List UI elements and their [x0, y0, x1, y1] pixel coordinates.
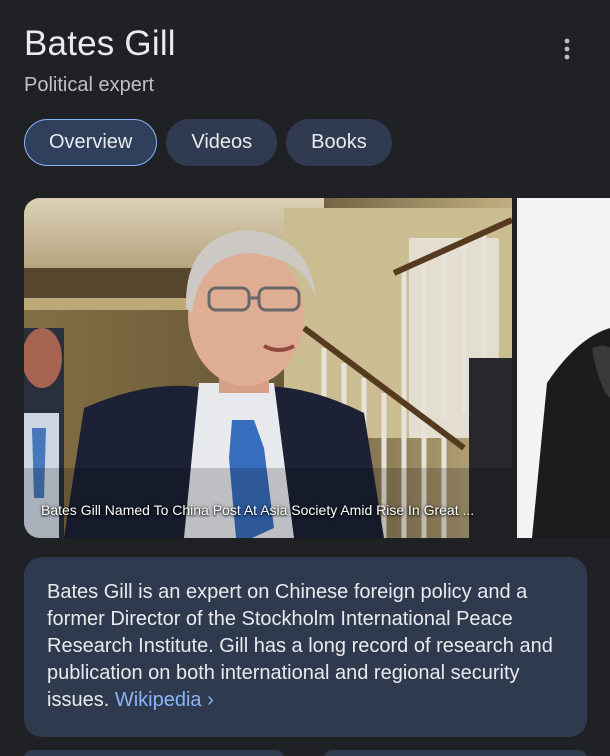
- main-image[interactable]: Bates Gill Named To China Post At Asia S…: [24, 198, 512, 538]
- photo-illustration: [24, 198, 512, 538]
- knowledge-panel: Bates Gill Political expert Overview Vid…: [0, 0, 610, 756]
- description-card: Bates Gill is an expert on Chinese forei…: [24, 557, 587, 737]
- wikipedia-link-label: Wikipedia: [114, 689, 202, 711]
- chevron-right-icon: ›: [207, 689, 214, 711]
- entity-title: Bates Gill: [24, 24, 176, 63]
- more-vert-icon: [564, 38, 570, 60]
- peek-card-left: [24, 750, 284, 756]
- more-options-button[interactable]: [552, 34, 582, 64]
- tab-overview[interactable]: Overview: [24, 119, 158, 166]
- photo-illustration-2: [517, 198, 610, 538]
- image-carousel: Bates Gill Named To China Post At Asia S…: [24, 198, 610, 538]
- next-section-peek: [24, 750, 587, 756]
- peek-card-right: [324, 750, 587, 756]
- secondary-image[interactable]: [517, 198, 610, 538]
- image-caption: Bates Gill Named To China Post At Asia S…: [41, 502, 475, 518]
- entity-subtitle: Political expert: [24, 74, 155, 96]
- tab-videos[interactable]: Videos: [166, 119, 278, 166]
- wikipedia-link[interactable]: Wikipedia ›: [115, 689, 214, 711]
- tab-bar: Overview Videos Books: [24, 119, 392, 166]
- tab-books[interactable]: Books: [286, 119, 392, 166]
- description-text: Bates Gill is an expert on Chinese forei…: [47, 579, 565, 714]
